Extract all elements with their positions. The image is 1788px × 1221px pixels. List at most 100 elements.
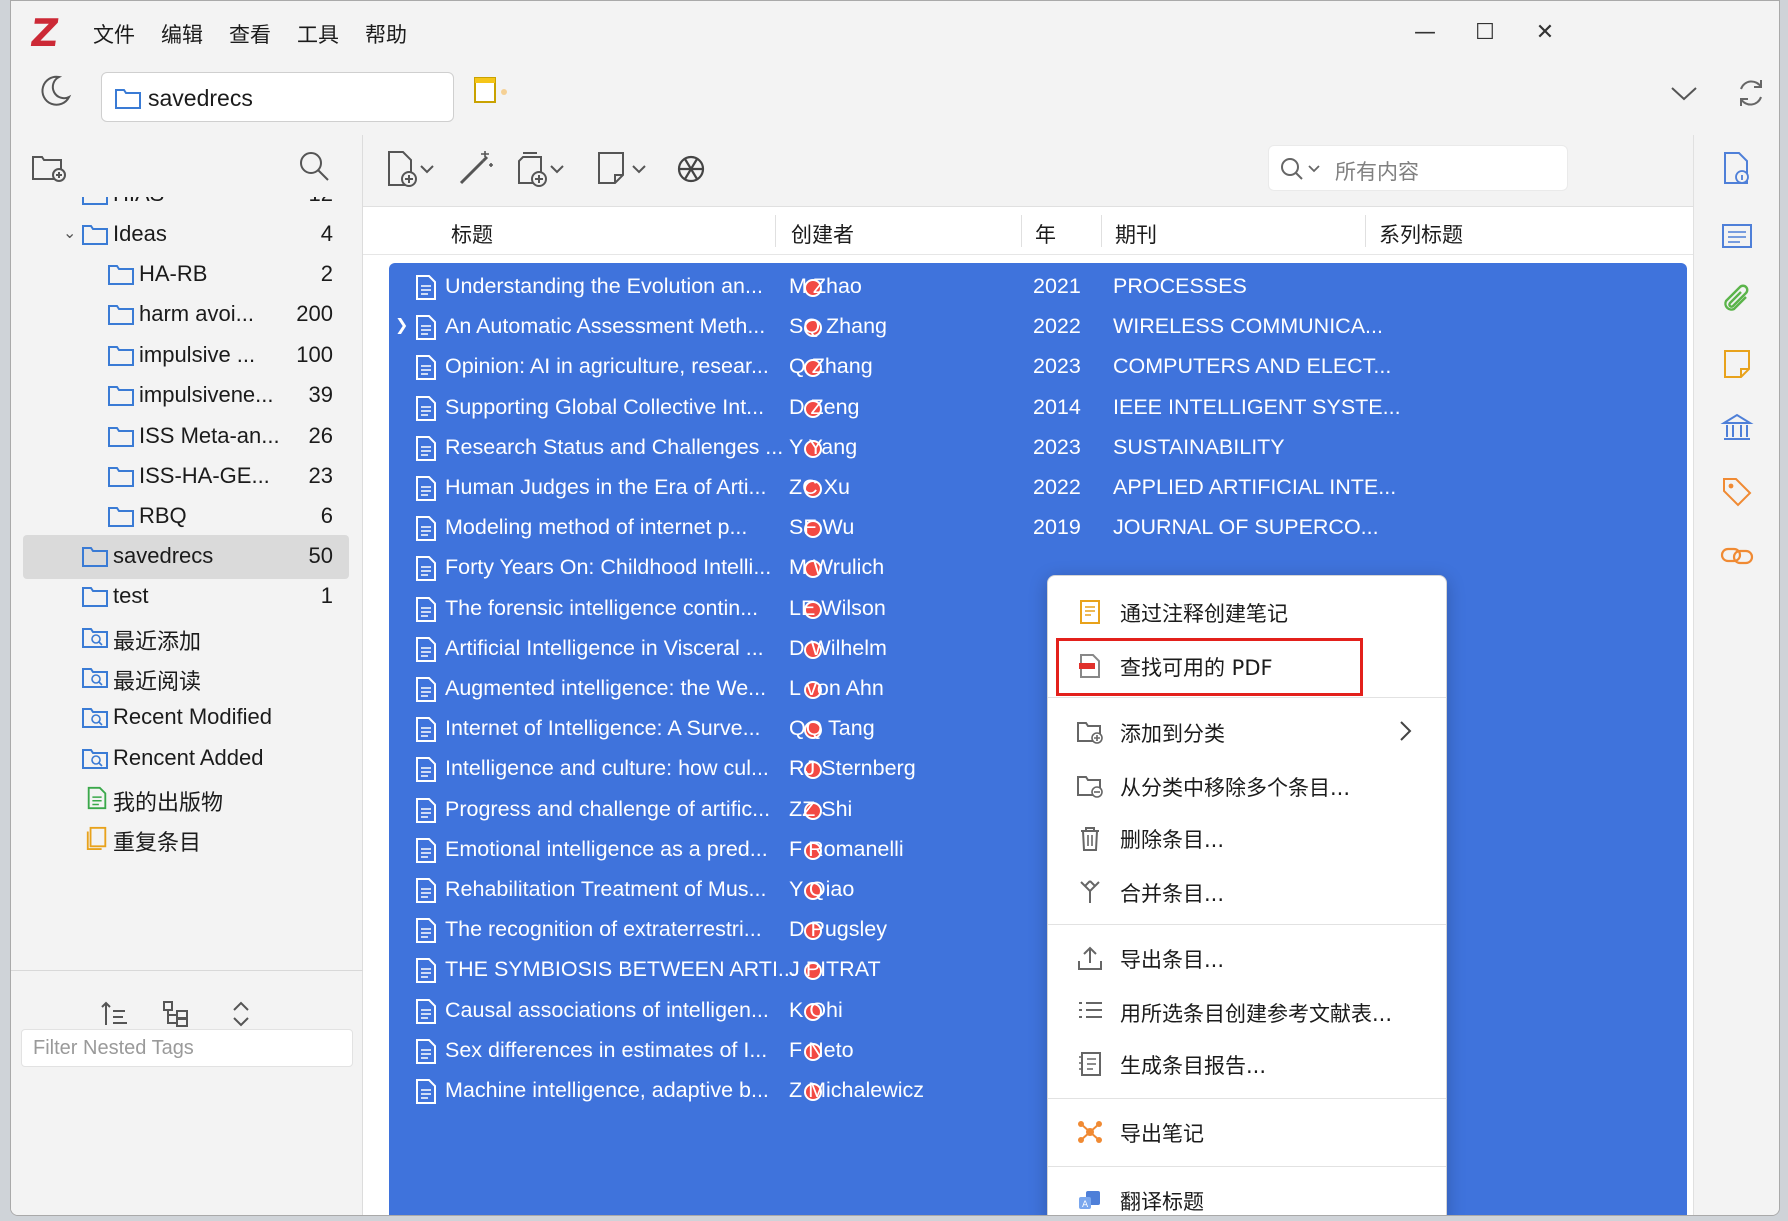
menu-item-remove-from-collection[interactable]: 从分类中移除多个条目... [1048,760,1446,810]
item-row[interactable]: Internet of Intelligence: A Surve... QQ T… [389,709,1687,749]
new-item-icon[interactable] [385,149,441,189]
notes-icon[interactable] [1720,347,1754,381]
tree-item-label: ISS-HA-GE... [139,463,270,488]
tree-item-duplicates[interactable]: 重复条目 [23,817,349,861]
document-icon [416,918,436,944]
tree-item-test[interactable]: test 1 [23,575,349,619]
dark-mode-icon[interactable] [37,73,73,109]
menu-tools[interactable]: 工具 [297,19,339,49]
magic-wand-icon[interactable] [455,149,495,189]
new-collection-icon[interactable] [31,151,67,183]
column-title[interactable]: 标题 [451,219,493,249]
tree-item-count: 1 [320,583,333,608]
menu-item-merge-items[interactable]: 合并条目... [1048,866,1446,916]
minimize-icon[interactable]: — [1405,15,1445,51]
tree-item-impulsive[interactable]: impulsive ... 100 [23,334,349,378]
item-row[interactable]: The forensic intelligence contin... LE Wi… [389,589,1687,629]
column-separator[interactable] [1021,215,1022,247]
menu-view[interactable]: 查看 [229,19,271,49]
column-header: 标题 创建者 年 期刊 系列标题 [363,207,1693,255]
item-row[interactable]: Modeling method of internet p... SF Wu 201… [389,508,1687,548]
search-icon[interactable] [1279,156,1327,182]
note-icon[interactable] [473,75,513,107]
add-attachment-icon[interactable] [513,149,569,189]
menu-item-translate-title[interactable]: A 翻译标题 [1048,1174,1446,1215]
tree-item-iss-meta[interactable]: ISS Meta-an... 26 [23,415,349,459]
tree-item-savedrecs[interactable]: savedrecs 50 [23,535,349,579]
menu-file[interactable]: 文件 [93,19,135,49]
item-row[interactable]: Research Status and Challenges ... Y Yang… [389,428,1687,468]
libraries-collections-icon[interactable] [1720,411,1754,445]
tags-icon[interactable] [1720,475,1754,509]
column-separator[interactable] [775,215,776,247]
item-row[interactable]: THE SYMBIOSIS BETWEEN ARTI...J PITRATE .… [389,950,1687,990]
expand-collapse-icon[interactable] [229,999,253,1029]
item-row[interactable]: Artificial Intelligence in Visceral ... D… [389,629,1687,669]
item-row[interactable]: Human Judges in the Era of Arti... ZC Xu 2… [389,468,1687,508]
item-row[interactable]: ❯ An Automatic Assessment Meth... SQ Zhang… [389,307,1687,347]
tree-item-ideas[interactable]: ⌄ Ideas 4 [23,213,349,257]
menu-item-generate-report[interactable]: 生成条目报告... [1048,1038,1446,1088]
tree-item-count: 6 [320,503,333,528]
tree-item-recently-added[interactable]: 最近添加 [23,616,349,660]
tree-item-harm-avoidance[interactable]: harm avoi... 200 [23,293,349,337]
column-year[interactable]: 年 [1035,219,1056,249]
item-row[interactable]: Forty Years On: Childhood Intelli... M Wr… [389,548,1687,588]
column-separator[interactable] [1365,215,1366,247]
info-icon[interactable] [1720,151,1754,185]
chevron-down-icon[interactable] [1669,81,1699,105]
item-row[interactable]: Supporting Global Collective Int... D Zen… [389,388,1687,428]
new-note-icon[interactable] [595,149,651,189]
tree-item-label: Ideas [113,221,167,246]
attachments-icon[interactable] [1720,283,1754,317]
item-journal: APPLIED ARTIFICIAL INTE... [1113,475,1397,499]
tree-item-rbq[interactable]: RBQ 6 [23,495,349,539]
tree-item-recent-modified[interactable]: Recent Modified [23,696,349,740]
ai-assistant-icon[interactable] [671,149,711,189]
menu-item-create-bibliography[interactable]: 用所选条目创建参考文献表... [1048,986,1446,1036]
item-row[interactable]: Emotional intelligence as a pred... F Rom… [389,830,1687,870]
column-series-title[interactable]: 系列标题 [1379,219,1463,249]
column-creator[interactable]: 创建者 [791,219,854,249]
tree-item-my-publications[interactable]: 我的出版物 [23,777,349,821]
document-icon [416,1038,436,1064]
menu-edit[interactable]: 编辑 [161,19,203,49]
menu-item-export-notes[interactable]: 导出笔记 [1048,1106,1446,1156]
search-icon[interactable] [297,149,331,183]
collection-location-box[interactable]: savedrecs [101,72,454,122]
item-row[interactable]: Rehabilitation Treatment of Mus... Y Qiao… [389,870,1687,910]
maximize-icon[interactable]: ☐ [1465,15,1505,51]
menu-item-export-items[interactable]: 导出条目... [1048,932,1446,982]
menu-item-create-note-from-annotations[interactable]: 通过注释创建笔记 [1048,586,1446,636]
column-journal[interactable]: 期刊 [1115,219,1157,249]
tree-item-impulsiveness[interactable]: impulsivene... 39 [23,374,349,418]
item-row[interactable]: Machine intelligence, adaptive b... Z Mic… [389,1071,1687,1111]
tree-item-ha-rb[interactable]: HA-RB 2 [23,253,349,297]
item-row[interactable]: Progress and challenge of artific... ZZ S… [389,790,1687,830]
tree-item-rencent-added[interactable]: Rencent Added [23,737,349,781]
item-row[interactable]: Sex differences in estimates of I... F Ne… [389,1031,1687,1071]
item-row[interactable]: Causal associations of intelligen... K Oh… [389,991,1687,1031]
menu-help[interactable]: 帮助 [365,19,407,49]
item-row[interactable]: The recognition of extraterrestri... D Pu… [389,910,1687,950]
sync-icon[interactable] [1733,75,1769,111]
tree-item-recently-read[interactable]: 最近阅读 [23,656,349,700]
menu-item-label: 生成条目报告... [1120,1054,1267,1078]
tag-filter-input[interactable]: Filter Nested Tags [21,1029,353,1067]
menu-item-add-to-collection[interactable]: 添加到分类 [1048,706,1446,756]
column-separator[interactable] [1101,215,1102,247]
item-row[interactable]: Intelligence and culture: how cul... RJ S… [389,749,1687,789]
collapse-sort-icon[interactable] [99,999,129,1029]
abstract-icon[interactable] [1720,219,1754,253]
chevron-down-icon[interactable]: ⌄ [63,223,76,243]
search-box[interactable]: 所有内容 [1268,145,1568,191]
item-row[interactable]: Augmented intelligence: the We... L von A… [389,669,1687,709]
related-icon[interactable] [1720,539,1754,573]
tree-item-iss-ha-ge[interactable]: ISS-HA-GE... 23 [23,455,349,499]
close-icon[interactable]: ✕ [1525,15,1565,51]
item-row[interactable]: Understanding the Evolution an... M Zhao 2… [389,267,1687,307]
chevron-right-icon[interactable]: ❯ [395,315,408,335]
menu-item-delete-items[interactable]: 删除条目... [1048,812,1446,862]
tree-view-icon[interactable] [161,999,191,1029]
item-row[interactable]: Opinion: AI in agriculture, resear... Q Z… [389,347,1687,387]
